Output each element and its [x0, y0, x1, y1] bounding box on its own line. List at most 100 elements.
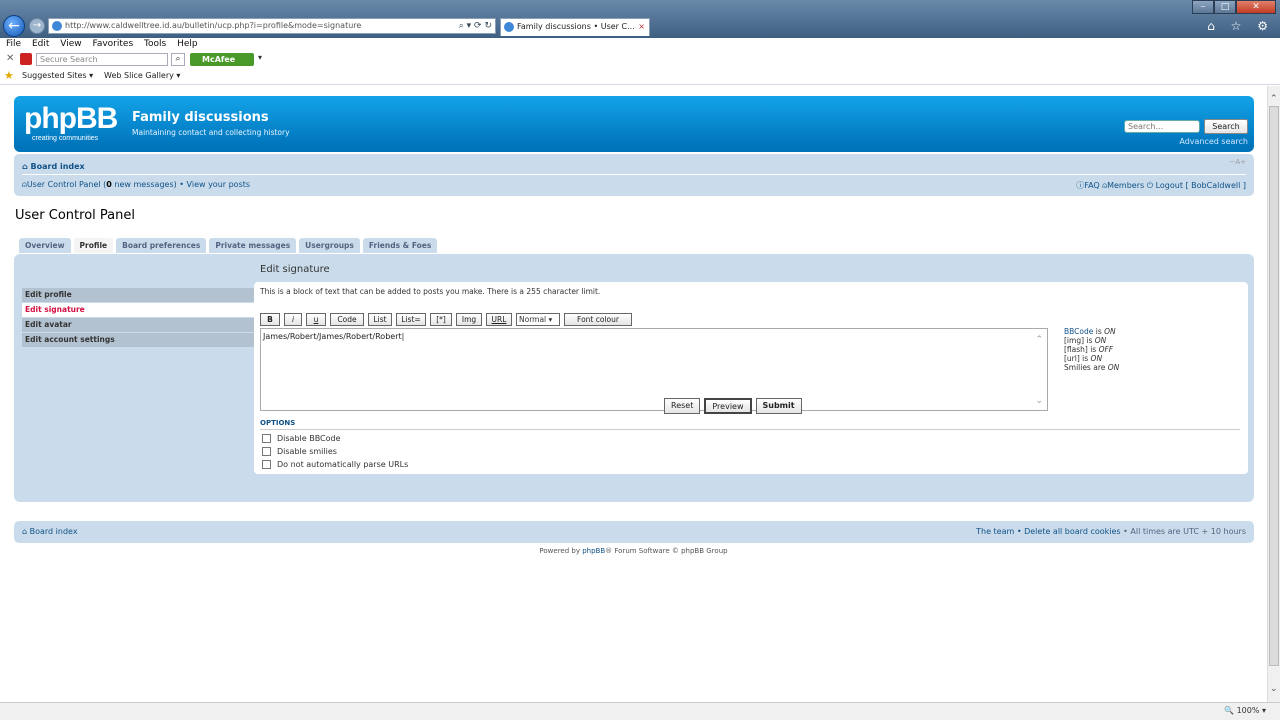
faq-link[interactable]: FAQ: [1084, 181, 1100, 190]
option-disable-smilies[interactable]: Disable smilies: [262, 447, 337, 456]
form-actions: Reset Preview Submit: [664, 398, 806, 414]
forum-header: phpBB creating communities Family discus…: [14, 96, 1254, 152]
signature-form: This is a block of text that can be adde…: [254, 282, 1248, 474]
address-bar[interactable]: http://www.caldwelltree.id.au/bulletin/u…: [48, 18, 496, 34]
signature-text: James/Robert/James/Robert/Robert: [263, 332, 402, 341]
no-parse-urls-checkbox[interactable]: [262, 460, 271, 469]
ucp-links: ⍝User Control Panel (0 new messages) • V…: [22, 180, 250, 190]
signature-textarea[interactable]: James/Robert/James/Robert/Robert| ⌃ ⌄: [260, 328, 1048, 411]
members-link[interactable]: Members: [1107, 181, 1144, 190]
forward-button[interactable]: →: [29, 18, 45, 34]
url-button[interactable]: URL: [486, 313, 512, 326]
tab-friends-foes[interactable]: Friends & Foes: [362, 238, 438, 253]
advanced-search-link[interactable]: Advanced search: [1179, 137, 1248, 146]
menu-edit[interactable]: Edit: [32, 39, 49, 49]
scroll-thumb[interactable]: [1269, 106, 1279, 666]
menu-help[interactable]: Help: [177, 39, 198, 49]
phpbb-link[interactable]: phpBB: [582, 547, 605, 555]
img-status-label: [img] is: [1064, 336, 1095, 345]
sidebar: Edit profile Edit signature Edit avatar …: [22, 288, 260, 348]
team-cookies-links[interactable]: The team • Delete all board cookies: [976, 527, 1120, 536]
menu-file[interactable]: File: [6, 39, 21, 49]
scroll-up-arrow-icon[interactable]: ⌃: [1270, 94, 1278, 104]
forum-search-input[interactable]: Search...: [1124, 120, 1200, 133]
forum-footer: ⌂ Board index The team • Delete all boar…: [14, 521, 1254, 543]
page-title: User Control Panel: [15, 208, 135, 223]
scroll-down-icon[interactable]: ⌄: [1035, 396, 1043, 406]
powered-by-text: Powered by: [539, 547, 583, 555]
logo-tagline: creating communities: [32, 135, 99, 142]
favorites-star-icon[interactable]: ★: [4, 68, 14, 84]
sidebar-item-edit-avatar[interactable]: Edit avatar: [22, 318, 260, 332]
maximize-button[interactable]: □: [1214, 0, 1236, 14]
tab-profile[interactable]: Profile: [73, 238, 114, 253]
underline-button[interactable]: u: [306, 313, 326, 326]
footer-breadcrumb[interactable]: ⌂ Board index: [22, 527, 78, 536]
ie-page-icon: [52, 21, 62, 31]
logout-link[interactable]: Logout [ BobCaldwell ]: [1156, 181, 1246, 190]
bold-button[interactable]: B: [260, 313, 280, 326]
suggested-sites-link[interactable]: Suggested Sites ▾: [22, 68, 93, 84]
sidebar-item-edit-account-settings[interactable]: Edit account settings: [22, 333, 260, 347]
phpbb-logo[interactable]: phpBB creating communities: [24, 104, 118, 143]
font-colour-button[interactable]: Font colour: [564, 313, 632, 326]
view-posts-link[interactable]: new messages) • View your posts: [112, 180, 250, 189]
menu-view[interactable]: View: [60, 39, 81, 49]
home-icon: ⌂: [22, 527, 30, 536]
list-button[interactable]: List: [368, 313, 392, 326]
list-item-button[interactable]: [*]: [430, 313, 452, 326]
tab-private-messages[interactable]: Private messages: [209, 238, 297, 253]
mcafee-dropdown-icon[interactable]: ▾: [258, 53, 262, 62]
reset-button[interactable]: Reset: [664, 398, 701, 414]
ucp-panel: Edit profile Edit signature Edit avatar …: [14, 254, 1254, 502]
tab-overview[interactable]: Overview: [19, 238, 71, 253]
secure-search-input[interactable]: Secure Search: [36, 53, 168, 66]
disable-smilies-checkbox[interactable]: [262, 447, 271, 456]
tab-close-icon[interactable]: ×: [638, 19, 645, 35]
zoom-value: 100%: [1236, 706, 1260, 715]
italic-button[interactable]: i: [284, 313, 302, 326]
site-description: Maintaining contact and collecting histo…: [132, 128, 290, 137]
ordered-list-button[interactable]: List=: [396, 313, 426, 326]
close-window-button[interactable]: ✕: [1236, 0, 1276, 14]
tab-usergroups[interactable]: Usergroups: [299, 238, 360, 253]
mcafee-button[interactable]: McAfee: [190, 53, 254, 66]
search-icon[interactable]: ⌕: [171, 53, 185, 66]
bbcode-state: ON: [1104, 327, 1116, 336]
address-tools-icon[interactable]: ⌕ ▾ ⟳ ↻: [459, 19, 492, 33]
menu-tools[interactable]: Tools: [144, 39, 166, 49]
sidebar-item-edit-profile[interactable]: Edit profile: [22, 288, 260, 302]
browser-tab[interactable]: Family discussions • User C... ×: [500, 18, 650, 36]
close-toolbar-icon[interactable]: ✕: [6, 53, 14, 64]
preview-button[interactable]: Preview: [704, 398, 752, 414]
forum-search-button[interactable]: Search: [1204, 119, 1248, 134]
font-size-select[interactable]: Normal ▾: [516, 313, 560, 326]
page-scrollbar[interactable]: ⌃ ⌄: [1267, 86, 1280, 702]
web-slice-gallery-link[interactable]: Web Slice Gallery ▾: [104, 68, 180, 84]
scroll-up-icon[interactable]: ⌃: [1035, 335, 1043, 345]
ucp-link[interactable]: User Control Panel (: [27, 180, 106, 189]
powered-by-suffix: ® Forum Software © phpBB Group: [605, 547, 728, 555]
img-button[interactable]: Img: [456, 313, 482, 326]
window-buttons: ⎯ □ ✕: [1192, 0, 1276, 14]
option-no-parse-urls[interactable]: Do not automatically parse URLs: [262, 460, 408, 469]
option-disable-bbcode[interactable]: Disable BBCode: [262, 434, 341, 443]
code-button[interactable]: Code: [330, 313, 364, 326]
sidebar-item-edit-signature[interactable]: Edit signature: [22, 303, 260, 317]
board-index-link[interactable]: Board index: [31, 162, 85, 171]
tab-board-preferences[interactable]: Board preferences: [116, 238, 207, 253]
font-size-control[interactable]: −A+: [1229, 158, 1246, 166]
footer-board-index-link[interactable]: Board index: [30, 527, 78, 536]
bbcode-help-link[interactable]: BBCode: [1064, 327, 1093, 336]
menu-favorites[interactable]: Favorites: [92, 39, 133, 49]
back-button[interactable]: ←: [3, 15, 25, 37]
scroll-down-arrow-icon[interactable]: ⌄: [1270, 684, 1278, 694]
zoom-level[interactable]: 🔍 100% ▾: [1224, 703, 1266, 719]
flash-status-label: [flash] is: [1064, 345, 1099, 354]
command-bar: ✕ Secure Search ⌕ McAfee ▾: [0, 52, 1280, 68]
disable-bbcode-checkbox[interactable]: [262, 434, 271, 443]
breadcrumb[interactable]: ⌂ Board index: [22, 162, 85, 171]
ie-toolbar-icons[interactable]: ⌂ ☆ ⚙: [1207, 19, 1274, 33]
minimize-button[interactable]: ⎯: [1192, 0, 1214, 14]
submit-button[interactable]: Submit: [755, 398, 802, 414]
